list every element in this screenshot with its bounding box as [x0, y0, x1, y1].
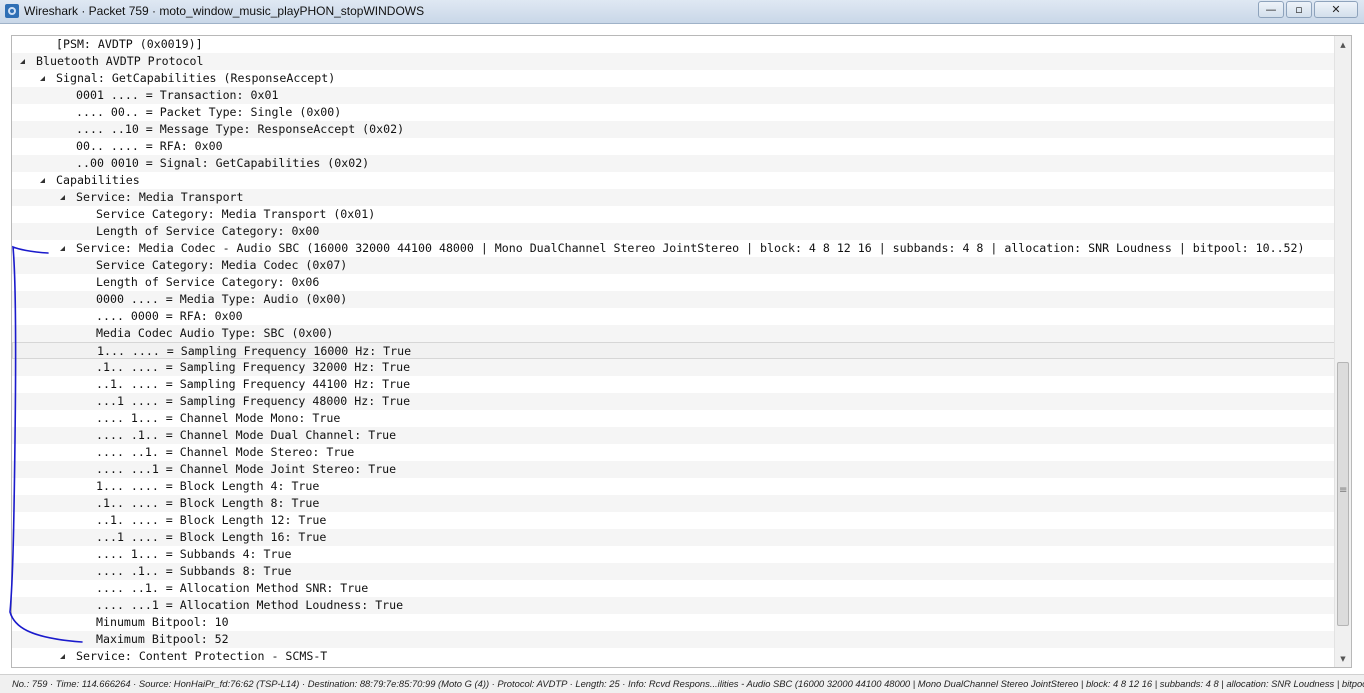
tree-leaf[interactable]: .... ...1 = Allocation Method Loudness: … — [12, 597, 1335, 614]
tree-row-label: ...1 .... = Block Length 16: True — [96, 530, 327, 544]
tree-row-label: 0000 .... = Media Type: Audio (0x00) — [96, 292, 348, 306]
tree-leaf[interactable]: Service Category: Media Transport (0x01) — [12, 206, 1335, 223]
tree-row-label: Capabilities — [56, 173, 140, 187]
tree-row-label: [PSM: AVDTP (0x0019)] — [56, 37, 203, 51]
tree-row-label: .... 1... = Channel Mode Mono: True — [96, 411, 341, 425]
expanded-arrow-icon[interactable] — [56, 240, 68, 257]
tree-leaf[interactable]: 1... .... = Block Length 4: True — [12, 478, 1335, 495]
tree-node[interactable]: Bluetooth AVDTP Protocol — [12, 53, 1335, 70]
tree-row-label: Service: Media Transport — [76, 190, 244, 204]
scroll-down-arrow-icon[interactable]: ▼ — [1335, 650, 1351, 667]
tree-leaf[interactable]: .... ...1 = Channel Mode Joint Stereo: T… — [12, 461, 1335, 478]
tree-leaf[interactable]: [PSM: AVDTP (0x0019)] — [12, 36, 1335, 53]
tree-row-label: .... 1... = Subbands 4: True — [96, 547, 292, 561]
tree-leaf[interactable]: .... ..1. = Allocation Method SNR: True — [12, 580, 1335, 597]
tree-leaf[interactable]: 1... .... = Sampling Frequency 16000 Hz:… — [12, 342, 1335, 359]
window-title: Wireshark · Packet 759 · moto_window_mus… — [24, 4, 425, 18]
tree-row-label: .... ..1. = Channel Mode Stereo: True — [96, 445, 355, 459]
tree-row-label: .1.. .... = Block Length 8: True — [96, 496, 320, 510]
title-bar: Wireshark · Packet 759 · moto_window_mus… — [0, 0, 1364, 24]
tree-leaf[interactable]: 0001 .... = Transaction: 0x01 — [12, 87, 1335, 104]
tree-node[interactable]: Signal: GetCapabilities (ResponseAccept) — [12, 70, 1335, 87]
tree-leaf[interactable]: ..1. .... = Block Length 12: True — [12, 512, 1335, 529]
expanded-arrow-icon[interactable] — [36, 172, 48, 189]
tree-row-label: .... ..1. = Allocation Method SNR: True — [96, 581, 369, 595]
tree-leaf[interactable]: Maximum Bitpool: 52 — [12, 631, 1335, 648]
tree-leaf[interactable]: .1.. .... = Block Length 8: True — [12, 495, 1335, 512]
window-controls: — ▫ ✕ — [1258, 1, 1358, 18]
tree-leaf[interactable]: Service Category: Media Codec (0x07) — [12, 257, 1335, 274]
tree-row-label: .1.. .... = Sampling Frequency 32000 Hz:… — [96, 360, 411, 374]
tree-row-label: Minumum Bitpool: 10 — [96, 615, 229, 629]
tree-row-label: 1... .... = Sampling Frequency 16000 Hz:… — [97, 344, 412, 358]
expanded-arrow-icon[interactable] — [36, 70, 48, 87]
tree-row-label: Signal: GetCapabilities (ResponseAccept) — [56, 71, 336, 85]
tree-row-label: Length of Service Category: 0x06 — [96, 275, 320, 289]
tree-row-label: 1... .... = Block Length 4: True — [96, 479, 320, 493]
tree-row-label: Service Category: Media Transport (0x01) — [96, 207, 376, 221]
tree-row-label: ...1 .... = Sampling Frequency 48000 Hz:… — [96, 394, 411, 408]
tree-leaf[interactable]: .... .1.. = Channel Mode Dual Channel: T… — [12, 427, 1335, 444]
tree-row-label: 00.. .... = RFA: 0x00 — [76, 139, 223, 153]
tree-node[interactable]: Service: Media Codec - Audio SBC (16000 … — [12, 240, 1335, 257]
tree-leaf[interactable]: Length of Service Category: 0x06 — [12, 274, 1335, 291]
tree-row-label: Media Codec Audio Type: SBC (0x00) — [96, 326, 334, 340]
tree-leaf[interactable]: .... 0000 = RFA: 0x00 — [12, 308, 1335, 325]
tree-row-label: .... .1.. = Channel Mode Dual Channel: T… — [96, 428, 397, 442]
tree-leaf[interactable]: .... .1.. = Subbands 8: True — [12, 563, 1335, 580]
tree-row-label: Maximum Bitpool: 52 — [96, 632, 229, 646]
scroll-up-arrow-icon[interactable]: ▲ — [1335, 36, 1351, 53]
expanded-arrow-icon[interactable] — [56, 648, 68, 665]
tree-row-label: ..1. .... = Block Length 12: True — [96, 513, 327, 527]
scroll-thumb[interactable] — [1337, 362, 1349, 626]
tree-leaf[interactable]: .... 1... = Subbands 4: True — [12, 546, 1335, 563]
tree-row-label: .... ...1 = Channel Mode Joint Stereo: T… — [96, 462, 397, 476]
close-button[interactable]: ✕ — [1314, 1, 1358, 18]
tree-row-label: Service: Media Codec - Audio SBC (16000 … — [76, 241, 1305, 255]
tree-leaf[interactable]: Media Codec Audio Type: SBC (0x00) — [12, 325, 1335, 342]
tree-row-label: Service: Content Protection - SCMS-T — [76, 649, 328, 663]
tree-row-label: Bluetooth AVDTP Protocol — [36, 54, 204, 68]
tree-node[interactable]: Capabilities — [12, 172, 1335, 189]
packet-details-tree: [PSM: AVDTP (0x0019)] Bluetooth AVDTP Pro… — [11, 35, 1352, 668]
tree-leaf[interactable]: ...1 .... = Block Length 16: True — [12, 529, 1335, 546]
tree-leaf[interactable]: .1.. .... = Sampling Frequency 32000 Hz:… — [12, 359, 1335, 376]
tree-row-label: .... 0000 = RFA: 0x00 — [96, 309, 243, 323]
minimize-button[interactable]: — — [1258, 1, 1284, 18]
tree-leaf[interactable]: .... 00.. = Packet Type: Single (0x00) — [12, 104, 1335, 121]
tree-leaf[interactable]: 0000 .... = Media Type: Audio (0x00) — [12, 291, 1335, 308]
tree-leaf[interactable]: Minumum Bitpool: 10 — [12, 614, 1335, 631]
tree-node[interactable]: Service: Content Protection - SCMS-T — [12, 648, 1335, 665]
expanded-arrow-icon[interactable] — [56, 189, 68, 206]
tree-leaf[interactable]: 00.. .... = RFA: 0x00 — [12, 138, 1335, 155]
tree-leaf[interactable]: .... ..10 = Message Type: ResponseAccept… — [12, 121, 1335, 138]
maximize-button[interactable]: ▫ — [1286, 1, 1312, 18]
vertical-scrollbar[interactable]: ▲ ▼ — [1334, 36, 1351, 667]
tree-row-label: Service Category: Media Codec (0x07) — [96, 258, 348, 272]
tree-row-label: .... ...1 = Allocation Method Loudness: … — [96, 598, 404, 612]
tree-rows: [PSM: AVDTP (0x0019)] Bluetooth AVDTP Pro… — [12, 36, 1335, 665]
wireshark-fin-icon — [5, 4, 19, 18]
tree-row-label: .... ..10 = Message Type: ResponseAccept… — [76, 122, 405, 136]
tree-node[interactable]: Service: Media Transport — [12, 189, 1335, 206]
tree-row-label: Length of Service Category: 0x00 — [96, 224, 320, 238]
tree-leaf[interactable]: ..00 0010 = Signal: GetCapabilities (0x0… — [12, 155, 1335, 172]
expanded-arrow-icon[interactable] — [16, 53, 28, 70]
tree-row-label: .... .1.. = Subbands 8: True — [96, 564, 292, 578]
tree-row-label: ..1. .... = Sampling Frequency 44100 Hz:… — [96, 377, 411, 391]
tree-leaf[interactable]: .... ..1. = Channel Mode Stereo: True — [12, 444, 1335, 461]
tree-leaf[interactable]: ...1 .... = Sampling Frequency 48000 Hz:… — [12, 393, 1335, 410]
tree-row-label: 0001 .... = Transaction: 0x01 — [76, 88, 279, 102]
status-bar: No.: 759 · Time: 114.666264 · Source: Ho… — [0, 674, 1364, 693]
tree-row-label: .... 00.. = Packet Type: Single (0x00) — [76, 105, 342, 119]
tree-leaf[interactable]: ..1. .... = Sampling Frequency 44100 Hz:… — [12, 376, 1335, 393]
tree-leaf[interactable]: Length of Service Category: 0x00 — [12, 223, 1335, 240]
tree-row-label: ..00 0010 = Signal: GetCapabilities (0x0… — [76, 156, 370, 170]
tree-leaf[interactable]: .... 1... = Channel Mode Mono: True — [12, 410, 1335, 427]
